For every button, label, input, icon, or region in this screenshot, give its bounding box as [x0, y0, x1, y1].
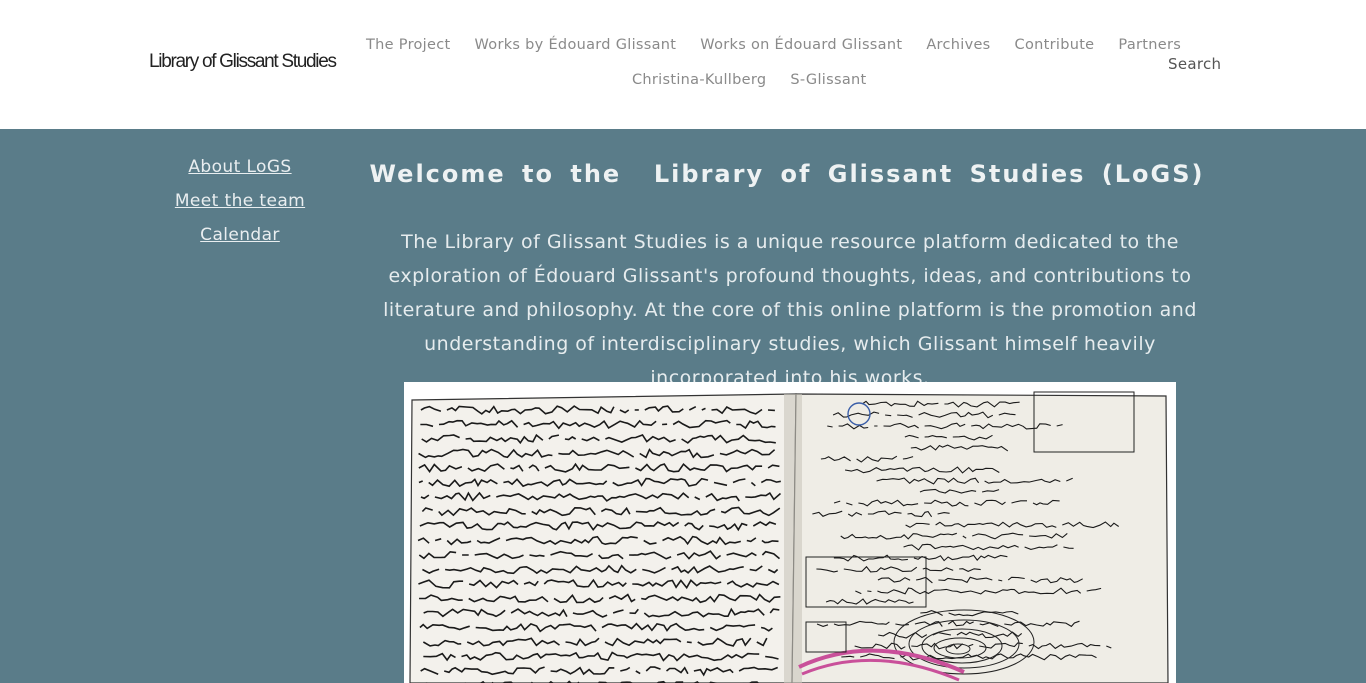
nav-item-partners[interactable]: Partners: [1106, 37, 1193, 53]
nav-item-archives[interactable]: Archives: [914, 37, 1002, 53]
nav-item-christina-kullberg[interactable]: Christina-Kullberg: [620, 72, 778, 88]
sidebar: About LoGS Meet the team Calendar: [140, 150, 340, 252]
main-nav-row-2: Christina-Kullberg S-Glissant: [620, 72, 879, 88]
nav-item-works-on-glissant[interactable]: Works on Édouard Glissant: [688, 37, 914, 53]
manuscript-notebook-image: [404, 382, 1176, 683]
page-title: Welcome to the Library of Glissant Studi…: [369, 160, 1205, 188]
nav-item-s-glissant[interactable]: S-Glissant: [778, 72, 878, 88]
sidebar-link-calendar[interactable]: Calendar: [140, 218, 340, 252]
sidebar-link-about[interactable]: About LoGS: [140, 150, 340, 184]
search-link[interactable]: Search: [1168, 55, 1221, 73]
nav-item-contribute[interactable]: Contribute: [1003, 37, 1107, 53]
sidebar-link-team[interactable]: Meet the team: [140, 184, 340, 218]
nav-item-the-project[interactable]: The Project: [354, 37, 463, 53]
site-logo[interactable]: Library of Glissant Studies: [149, 51, 337, 73]
intro-paragraph: The Library of Glissant Studies is a uni…: [383, 231, 1197, 389]
main-nav: The Project Works by Édouard Glissant Wo…: [354, 37, 1193, 53]
nav-item-works-by-glissant[interactable]: Works by Édouard Glissant: [463, 37, 689, 53]
site-header: Library of Glissant Studies The Project …: [0, 0, 1366, 129]
